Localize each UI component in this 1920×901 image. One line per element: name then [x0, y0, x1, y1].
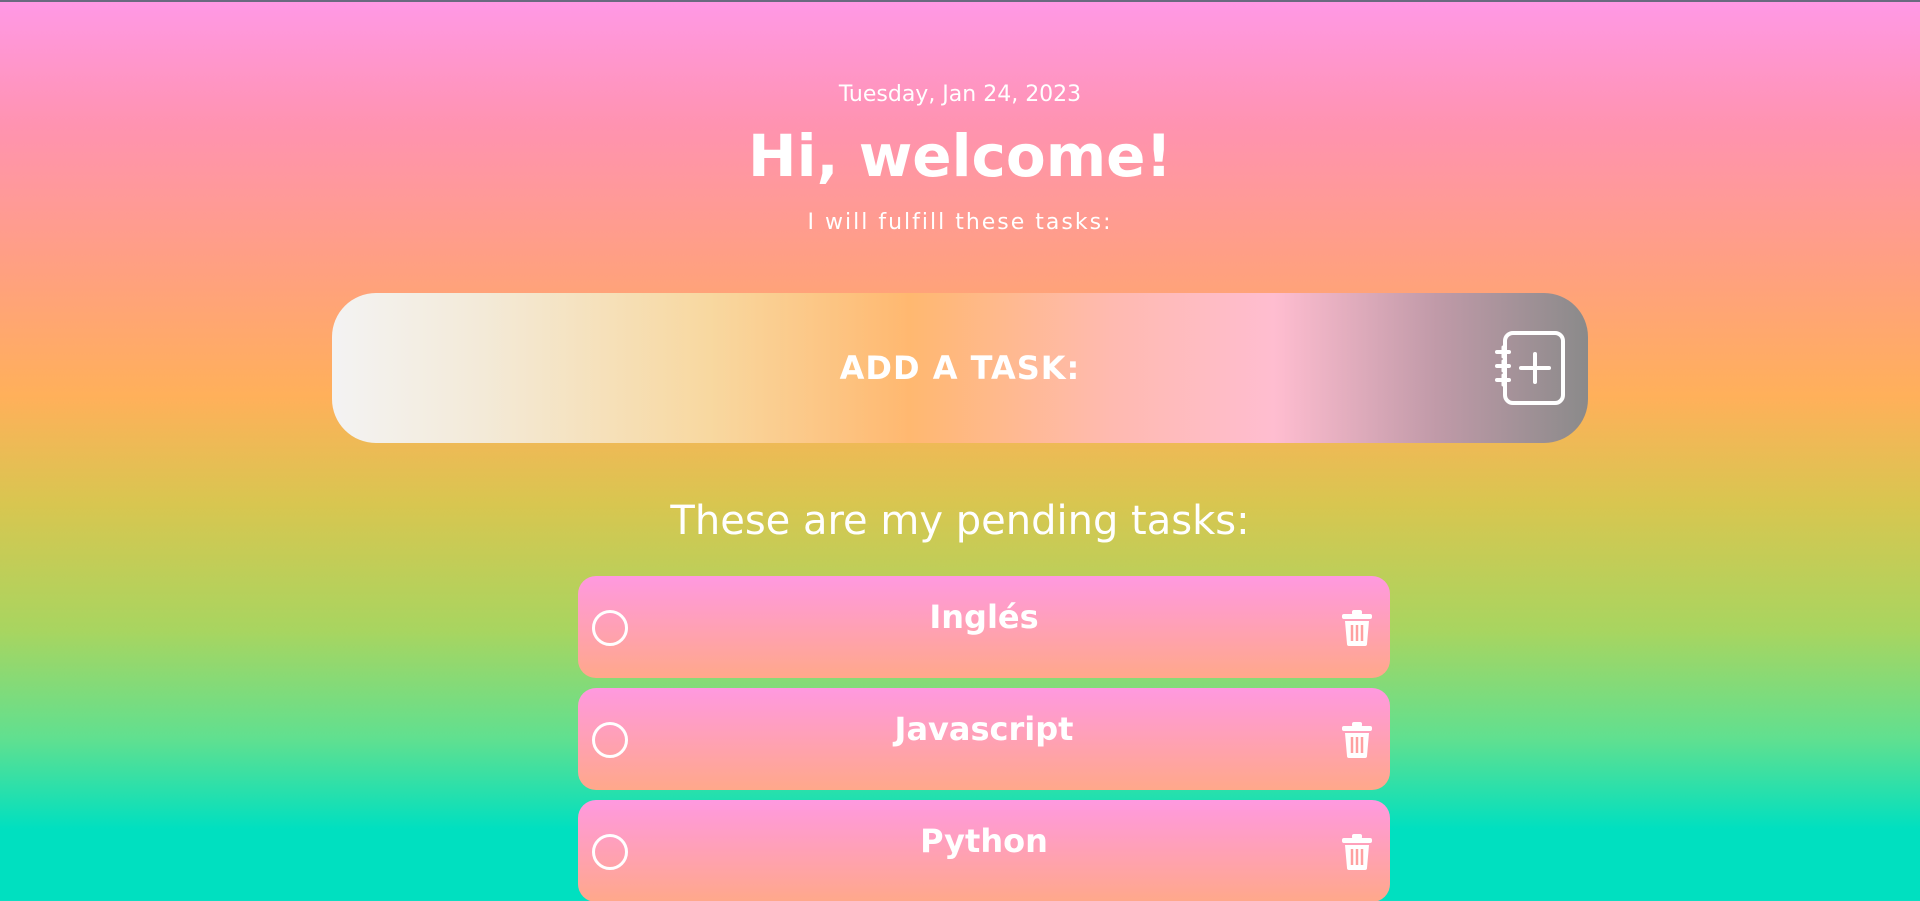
add-task-icon[interactable] — [1495, 330, 1567, 406]
task-item: Javascript — [578, 688, 1390, 790]
page-title: Hi, welcome! — [748, 122, 1172, 190]
pending-tasks-heading: These are my pending tasks: — [670, 498, 1250, 544]
task-label: Python — [920, 822, 1048, 860]
trash-icon[interactable] — [1342, 834, 1372, 870]
trash-icon[interactable] — [1342, 722, 1372, 758]
task-item: Inglés — [578, 576, 1390, 678]
add-task-label: ADD A TASK: — [839, 349, 1081, 387]
task-item: Python — [578, 800, 1390, 901]
top-border — [0, 0, 1920, 2]
current-date: Tuesday, Jan 24, 2023 — [838, 82, 1082, 107]
trash-icon[interactable] — [1342, 610, 1372, 646]
add-task-button[interactable]: ADD A TASK: — [332, 293, 1588, 443]
task-label: Javascript — [894, 710, 1074, 748]
task-label: Inglés — [929, 598, 1039, 636]
page-subtitle: I will fulfill these tasks: — [807, 210, 1113, 235]
